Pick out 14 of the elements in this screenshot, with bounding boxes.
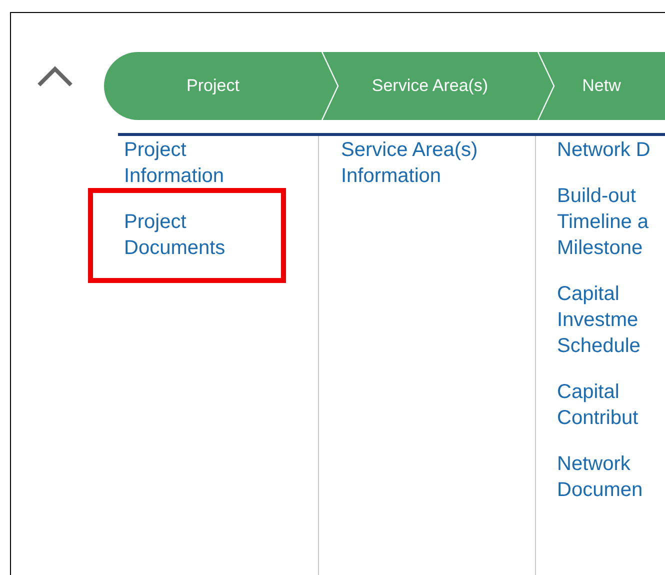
nav-link[interactable]: Capital Contribut (557, 379, 665, 431)
step-tab[interactable]: Service Area(s) (372, 73, 488, 99)
step-tab[interactable]: Netw (582, 73, 621, 99)
nav-link[interactable]: Project Documents (124, 209, 318, 261)
step-separator-icon (320, 52, 340, 120)
chevron-icon (36, 64, 74, 88)
nav-link[interactable]: Capital Investme Schedule (557, 281, 665, 359)
nav-link[interactable]: Service Area(s) Information (341, 137, 535, 189)
nav-link[interactable]: Network Documen (557, 451, 665, 503)
step-separator-icon (536, 52, 556, 120)
nav-link[interactable]: Network D (557, 137, 665, 163)
nav-link[interactable]: Project Information (124, 137, 318, 189)
step-tab[interactable]: Project (186, 73, 240, 99)
nav-link[interactable]: Build-out Timeline a Milestone (557, 183, 665, 261)
